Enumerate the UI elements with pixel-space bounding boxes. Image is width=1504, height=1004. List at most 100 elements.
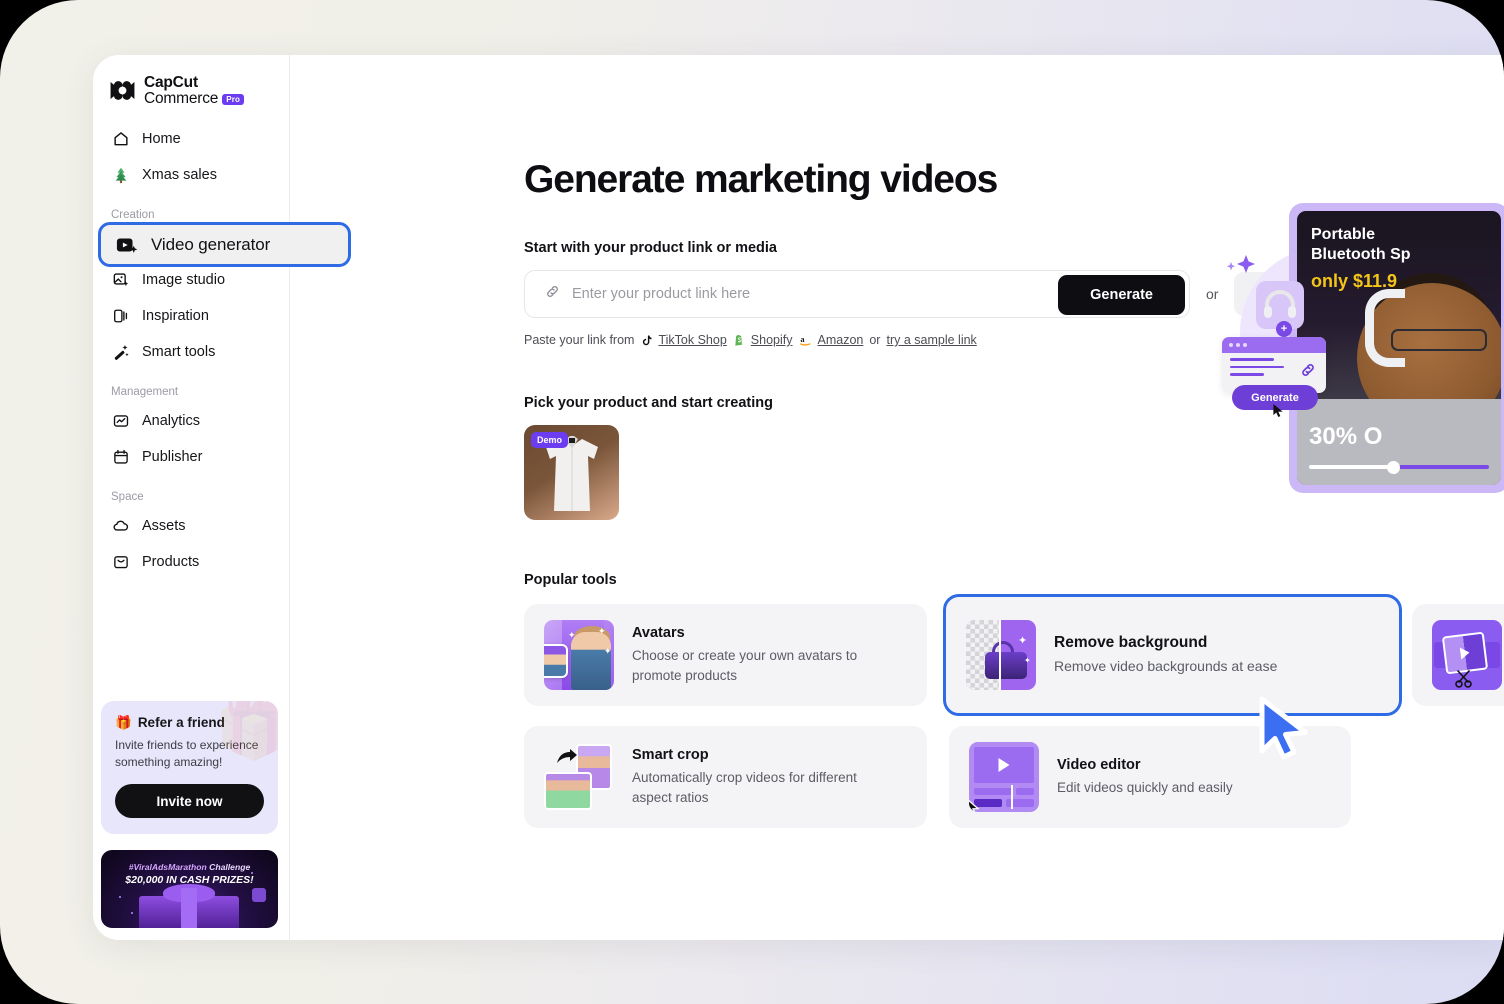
promo-discount: 30% O — [1309, 423, 1383, 450]
tool-desc: Edit videos quickly and easily — [1057, 779, 1233, 795]
calendar-icon — [111, 448, 130, 467]
promo-headline: Portable Bluetooth Sp — [1311, 226, 1411, 263]
analytics-icon — [111, 412, 130, 431]
source-shopify-link[interactable]: Shopify — [751, 333, 793, 347]
sidebar-item-inspiration[interactable]: Inspiration — [102, 298, 280, 334]
tool-title: Video editor — [1057, 756, 1141, 773]
cloud-icon — [111, 517, 130, 536]
sidebar-item-smart-tools[interactable]: Smart tools — [102, 334, 280, 370]
promo-dot — [131, 912, 133, 914]
product-thumbnail-card[interactable]: Demo — [524, 425, 619, 520]
sidebar-item-image-studio[interactable]: Image studio — [102, 262, 280, 298]
sidebar-item-analytics[interactable]: Analytics — [102, 403, 280, 439]
link-icon — [1302, 364, 1314, 376]
video-generator-highlight[interactable]: Video generator — [98, 222, 351, 267]
tool-card-smart-crop[interactable]: Smart crop Automatically crop videos for… — [524, 726, 927, 828]
tool-desc: Choose or create your own avatars to pro… — [632, 648, 858, 683]
source-tiktok[interactable]: TikTok Shop — [640, 333, 727, 347]
christmas-tree-icon — [111, 166, 130, 185]
generate-button[interactable]: Generate — [1058, 275, 1185, 315]
svg-text:a: a — [800, 335, 805, 344]
tool-title: Avatars — [632, 625, 685, 642]
sidebar-item-label: Products — [142, 554, 200, 570]
section-tools-label: Popular tools — [524, 572, 617, 588]
cursor-icon — [1273, 404, 1283, 417]
source-amazon[interactable]: a Amazon — [799, 333, 864, 347]
tool-title: Smart crop — [632, 747, 709, 764]
promo-banner[interactable]: #ViralAdsMarathon Challenge $20,000 IN C… — [101, 850, 278, 928]
invite-now-button[interactable]: Invite now — [115, 784, 264, 818]
promo-dot — [119, 896, 121, 898]
sidebar-item-label: Inspiration — [142, 308, 209, 324]
home-icon — [111, 130, 130, 149]
avatars-thumb: ✦ ✦ ✦ — [544, 620, 614, 690]
product-link-input[interactable]: Enter your product link here — [572, 286, 750, 302]
sidebar-item-xmas-sales[interactable]: Xmas sales — [102, 157, 280, 193]
sidebar-item-label: Xmas sales — [142, 167, 217, 183]
try-sample-link[interactable]: try a sample link — [886, 333, 976, 347]
tool-card-avatars[interactable]: ✦ ✦ ✦ Avatars Choose or create your own … — [524, 604, 927, 706]
source-shopify[interactable]: Shopify — [733, 333, 793, 347]
brand-name-line2: Commerce — [144, 89, 219, 107]
image-studio-icon — [111, 271, 130, 290]
paste-or: or — [869, 333, 881, 347]
magic-wand-icon — [111, 343, 130, 362]
app-window: CapCut Commerce Pro Home Xmas sales Crea… — [93, 55, 1504, 940]
tiktok-icon — [643, 335, 652, 345]
promo-banner-line2: $20,000 IN CASH PRIZES! — [125, 874, 254, 886]
video-generator-icon — [115, 233, 139, 257]
cursor-icon — [969, 799, 980, 812]
mouse-cursor — [1259, 696, 1308, 760]
tool-desc: Remove video backgrounds at ease — [1054, 657, 1278, 674]
promo-artwork: Portable Bluetooth Sp only $11.9 30% O +… — [1214, 195, 1504, 540]
sidebar-item-home[interactable]: Home — [102, 121, 280, 157]
promo-chip — [252, 888, 266, 902]
sidebar-item-publisher[interactable]: Publisher — [102, 439, 280, 475]
add-product-plus-icon: + — [1276, 321, 1292, 337]
pro-badge: Pro — [222, 94, 245, 106]
main-content: Generate marketing videos Start with you… — [290, 55, 1504, 940]
sidebar-item-label: Smart tools — [142, 344, 216, 360]
sidebar-item-assets[interactable]: Assets — [102, 508, 280, 544]
remove-background-thumb: ✦ ✦ — [966, 620, 1036, 690]
source-amazon-link[interactable]: Amazon — [818, 333, 864, 347]
refer-a-friend-card: 🎁 🎁 Refer a friend Invite friends to exp… — [101, 700, 278, 834]
promo-ribbon — [181, 888, 197, 928]
tool-card-quick-cut[interactable]: Quick cut Quickly edit video by editing … — [1412, 604, 1504, 706]
products-icon — [111, 553, 130, 572]
headphones-icon — [1264, 290, 1296, 318]
video-generator-highlight-label: Video generator — [151, 234, 271, 254]
sidebar-item-label: Image studio — [142, 272, 226, 288]
shopify-icon — [735, 334, 742, 346]
capcut-logo-icon — [110, 81, 135, 101]
share-arrow-icon — [557, 749, 577, 763]
tools-row-2: Smart crop Automatically crop videos for… — [524, 726, 1504, 828]
sidebar-item-video-generator[interactable]: Video generator Video generator — [98, 222, 351, 267]
brand-name-line1: CapCut — [144, 74, 198, 91]
gift-ghost-icon: 🎁 — [214, 700, 278, 762]
source-tiktok-link[interactable]: TikTok Shop — [658, 333, 726, 347]
smart-crop-thumb — [544, 742, 614, 812]
sidebar-item-label: Analytics — [142, 413, 201, 429]
avatar-mini-preview — [544, 644, 568, 678]
promo-progress-knob — [1386, 461, 1400, 474]
gift-icon: 🎁 — [115, 714, 132, 730]
sidebar-nav: Home Xmas sales Creation Video generator… — [93, 121, 351, 580]
brand-logo[interactable]: CapCut Commerce Pro — [108, 74, 245, 107]
sidebar-item-label: Publisher — [142, 449, 203, 465]
sidebar-item-products[interactable]: Products — [102, 544, 280, 580]
quick-cut-thumb — [1432, 620, 1502, 690]
tool-card-remove-background[interactable]: ✦ ✦ Remove background Remove video backg… — [943, 594, 1402, 716]
amazon-icon: a — [799, 335, 810, 346]
sidebar-item-label: Assets — [142, 518, 186, 534]
popular-tools: ✦ ✦ ✦ Avatars Choose or create your own … — [524, 594, 1504, 828]
video-editor-thumb — [969, 742, 1039, 812]
sidebar-group-space-title: Space — [111, 491, 144, 503]
tool-title: Remove background — [1054, 633, 1208, 651]
inspiration-icon — [111, 307, 130, 326]
scissors-icon — [1455, 670, 1472, 688]
product-link-field[interactable]: Enter your product link here Generate — [524, 270, 1190, 318]
promo-price: only $11.9 — [1311, 271, 1398, 291]
link-icon — [544, 283, 561, 305]
tool-desc: Automatically crop videos for different … — [632, 770, 857, 805]
